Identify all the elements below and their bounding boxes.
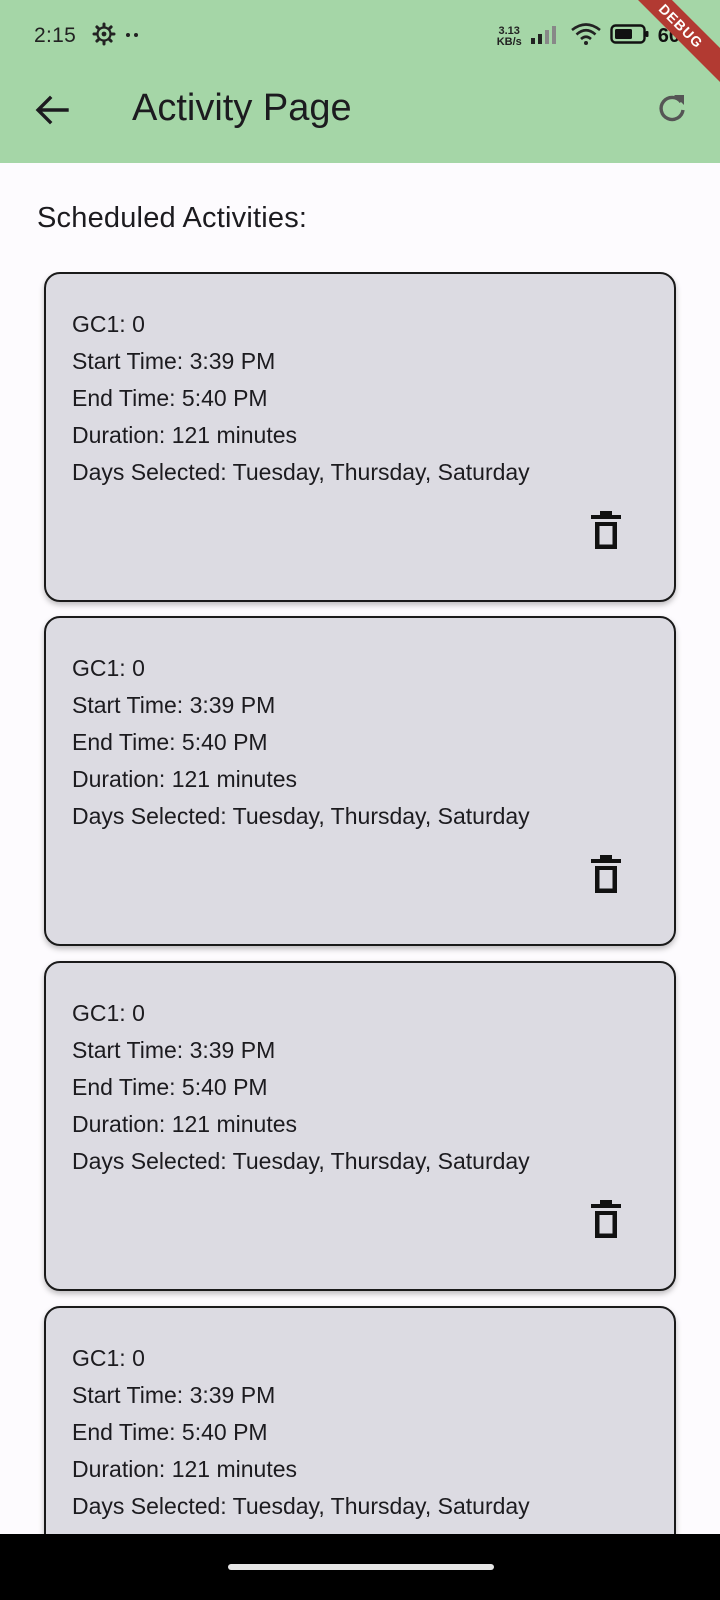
wifi-icon — [570, 22, 602, 51]
activity-start-time: Start Time: 3:39 PM — [72, 1037, 276, 1063]
activity-details: GC1: 0 Start Time: 3:39 PM End Time: 5:4… — [72, 306, 530, 491]
app-bar: Activity Page — [0, 72, 720, 163]
activities-list[interactable]: GC1: 0 Start Time: 3:39 PM End Time: 5:4… — [0, 272, 720, 1534]
activity-days: Days Selected: Tuesday, Thursday, Saturd… — [72, 1148, 530, 1174]
status-right-icons: 3.13 KB/s 60 — [497, 22, 680, 51]
activity-days: Days Selected: Tuesday, Thursday, Saturd… — [72, 459, 530, 485]
signal-icon — [530, 23, 562, 50]
activity-duration: Duration: 121 minutes — [72, 422, 298, 448]
net-speed-unit: KB/s — [496, 35, 522, 48]
activity-card: GC1: 0 Start Time: 3:39 PM End Time: 5:4… — [44, 616, 676, 946]
trash-icon — [590, 854, 622, 899]
status-bar: 2:15 3.13 KB/s 60 — [0, 0, 720, 72]
activity-end-time: End Time: 5:40 PM — [72, 1419, 268, 1445]
activity-card: GC1: 0 Start Time: 3:39 PM End Time: 5:4… — [44, 1306, 676, 1534]
trash-icon — [590, 1199, 622, 1244]
app-header: 2:15 3.13 KB/s 60 DEBUG Activity Page — [0, 0, 720, 163]
arrow-back-icon — [35, 95, 69, 130]
activity-details: GC1: 0 Start Time: 3:39 PM End Time: 5:4… — [72, 650, 530, 835]
delete-button[interactable] — [584, 508, 628, 556]
net-speed: 3.13 KB/s — [496, 24, 522, 48]
net-speed-value: 3.13 — [498, 24, 520, 37]
back-button[interactable] — [24, 84, 80, 140]
page-title: Activity Page — [132, 87, 352, 129]
activity-days: Days Selected: Tuesday, Thursday, Saturd… — [72, 803, 530, 829]
activity-duration: Duration: 121 minutes — [72, 766, 298, 792]
activity-duration: Duration: 121 minutes — [72, 1456, 298, 1482]
activity-card: GC1: 0 Start Time: 3:39 PM End Time: 5:4… — [44, 961, 676, 1291]
activity-gc1: GC1: 0 — [72, 655, 145, 681]
delete-button[interactable] — [584, 852, 628, 900]
settings-gear-icon — [92, 22, 116, 51]
section-title: Scheduled Activities: — [37, 202, 308, 234]
activity-days: Days Selected: Tuesday, Thursday, Saturd… — [72, 1493, 530, 1519]
refresh-icon — [656, 92, 688, 129]
activity-duration: Duration: 121 minutes — [72, 1111, 298, 1137]
activity-card: GC1: 0 Start Time: 3:39 PM End Time: 5:4… — [44, 272, 676, 602]
activity-gc1: GC1: 0 — [72, 1345, 145, 1371]
activity-start-time: Start Time: 3:39 PM — [72, 1382, 276, 1408]
activity-gc1: GC1: 0 — [72, 311, 145, 337]
system-nav-bar — [0, 1534, 720, 1600]
activity-end-time: End Time: 5:40 PM — [72, 385, 268, 411]
delete-button[interactable] — [584, 1197, 628, 1245]
activity-details: GC1: 0 Start Time: 3:39 PM End Time: 5:4… — [72, 1340, 530, 1525]
status-time: 2:15 — [34, 24, 77, 47]
refresh-button[interactable] — [644, 82, 700, 138]
activity-start-time: Start Time: 3:39 PM — [72, 692, 276, 718]
activity-end-time: End Time: 5:40 PM — [72, 1074, 268, 1100]
trash-icon — [590, 510, 622, 555]
activity-end-time: End Time: 5:40 PM — [72, 729, 268, 755]
activity-start-time: Start Time: 3:39 PM — [72, 348, 276, 374]
activity-details: GC1: 0 Start Time: 3:39 PM End Time: 5:4… — [72, 995, 530, 1180]
notification-dots-icon — [124, 22, 142, 51]
activity-gc1: GC1: 0 — [72, 1000, 145, 1026]
status-left-icons — [92, 22, 142, 51]
home-indicator[interactable] — [228, 1564, 494, 1570]
battery-icon — [610, 23, 650, 50]
